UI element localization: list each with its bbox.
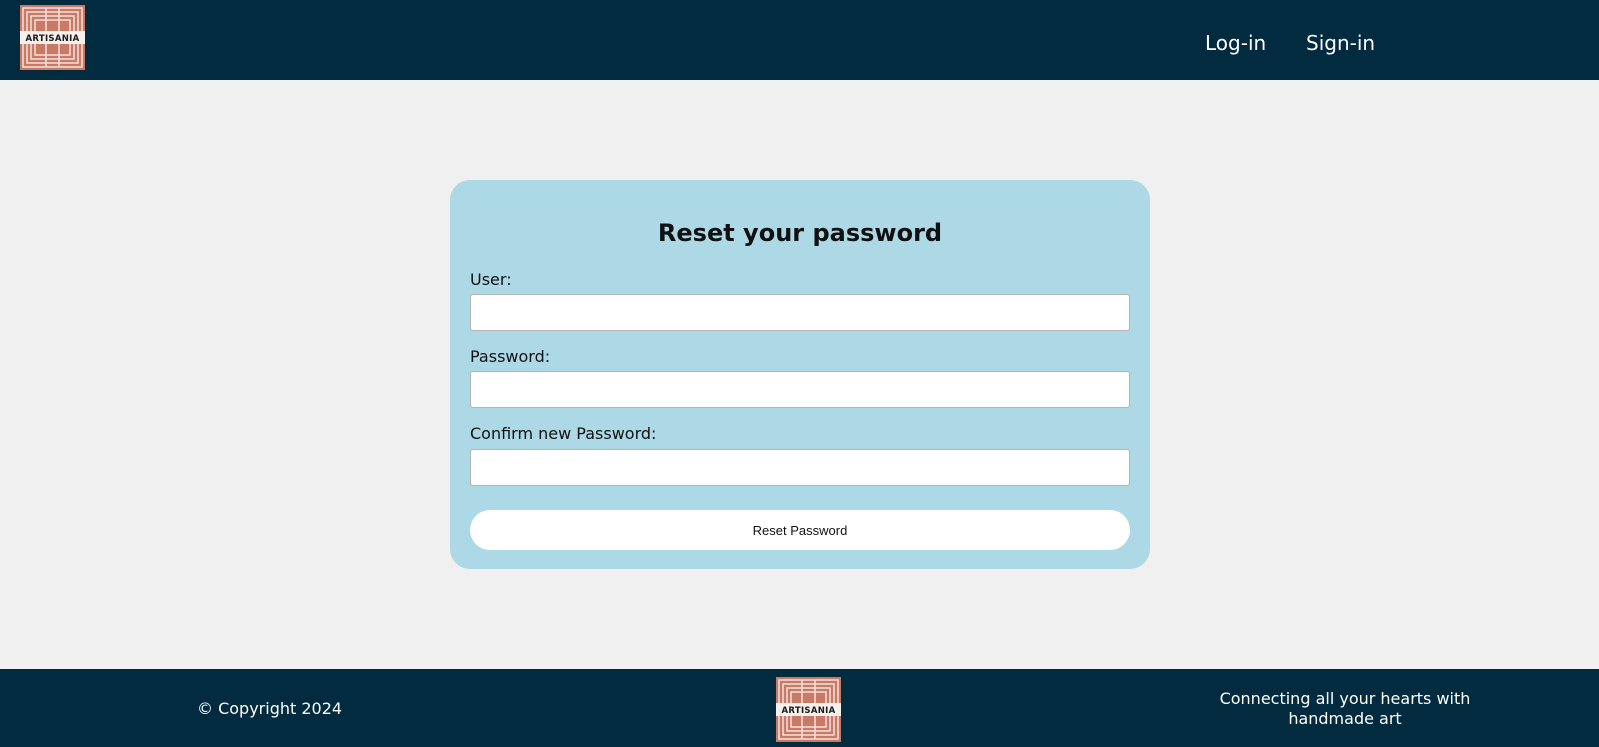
svg-text:ARTISANIA: ARTISANIA [782, 706, 836, 716]
top-navbar: ARTISANIA Log-in Sign-in [0, 0, 1599, 80]
footer: © Copyright 2024 ARTISANIA Connecting al… [0, 669, 1599, 747]
reset-password-button[interactable]: Reset Password [470, 510, 1130, 550]
reset-password-card: Reset your password User: Password: Conf… [450, 180, 1150, 569]
footer-tagline: Connecting all your hearts with handmade… [1219, 689, 1471, 728]
user-label: User: [470, 270, 512, 289]
svg-text:ARTISANIA: ARTISANIA [26, 34, 80, 44]
copyright-text: © Copyright 2024 [197, 699, 343, 718]
logo-pattern-icon: ARTISANIA [776, 677, 841, 742]
logo-pattern-icon: ARTISANIA [20, 5, 85, 70]
artisania-logo[interactable]: ARTISANIA [20, 5, 85, 70]
confirm-password-label: Confirm new Password: [470, 424, 657, 443]
nav-login-link[interactable]: Log-in [1205, 30, 1266, 56]
footer-artisania-logo: ARTISANIA [776, 677, 841, 742]
password-input[interactable] [470, 371, 1130, 408]
user-input[interactable] [470, 294, 1130, 331]
form-title: Reset your password [657, 219, 943, 247]
nav-signin-link[interactable]: Sign-in [1306, 30, 1375, 56]
confirm-password-input[interactable] [470, 449, 1130, 486]
password-label: Password: [470, 347, 551, 366]
